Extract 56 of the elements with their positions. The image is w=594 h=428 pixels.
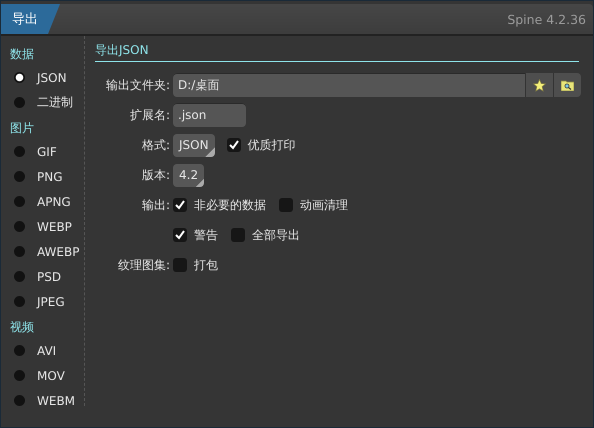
format-label: JPEG [37, 294, 65, 308]
checkbox[interactable] [173, 198, 187, 212]
format-label: PSD [37, 270, 62, 284]
folder-field[interactable]: D:/桌面 [173, 73, 525, 97]
checkbox[interactable] [279, 198, 293, 212]
section-heading: 图片 [10, 120, 35, 137]
section-heading: 数据 [10, 46, 35, 63]
field-label: 格式: [142, 138, 170, 152]
format-radio[interactable]: PSD [10, 264, 84, 289]
checkbox-label: 非必要的数据 [194, 196, 266, 214]
browse-button[interactable] [553, 73, 581, 97]
section-heading: 视频 [10, 319, 35, 336]
format-radio[interactable]: GIF [10, 139, 84, 164]
field-label: 版本: [142, 168, 170, 182]
format-radio[interactable]: JSON [10, 65, 84, 90]
checkbox-label: 警告 [194, 226, 218, 244]
field-label: 输出: [142, 198, 170, 212]
checkbox[interactable] [173, 258, 187, 272]
dropdown[interactable]: 4.2 [173, 164, 204, 186]
checkbox-label: 优质打印 [248, 136, 296, 154]
format-radio[interactable]: WEBP [10, 214, 84, 239]
version-label: Spine 4.2.36 [507, 12, 587, 26]
checkbox[interactable] [226, 138, 241, 152]
format-radio[interactable]: AVI [10, 338, 84, 363]
format-radio[interactable]: AWEBP [10, 239, 84, 264]
format-label: AWEBP [37, 244, 80, 258]
checkbox-label: 打包 [194, 256, 218, 274]
format-radio[interactable]: PNG [10, 164, 84, 189]
format-label: PNG [37, 170, 63, 184]
format-label: GIF [37, 144, 57, 158]
format-radio[interactable]: APNG [10, 189, 84, 214]
checkbox-label: 全部导出 [252, 226, 300, 244]
star-icon [533, 78, 546, 92]
dropdown[interactable]: JSON [173, 134, 215, 156]
format-radio[interactable]: WEBM [10, 388, 84, 413]
format-radio[interactable]: JPEG [10, 289, 84, 314]
format-label: WEBP [37, 220, 72, 234]
field-label: 输出文件夹: [106, 78, 170, 92]
checkbox[interactable] [173, 228, 187, 242]
format-label: WEBM [37, 394, 76, 408]
format-radio[interactable]: 二进制 [10, 90, 84, 115]
field-label: 扩展名: [130, 108, 170, 122]
favorite-button[interactable] [525, 73, 553, 97]
checkbox-label: 动画清理 [300, 196, 348, 214]
checkbox[interactable] [231, 228, 245, 242]
field-label: 纹理图集: [118, 258, 170, 272]
window-tab[interactable]: 导出 [1, 4, 60, 34]
folder-search-icon [561, 80, 574, 90]
panel-title: 导出JSON [95, 40, 579, 62]
format-label: MOV [37, 368, 65, 382]
format-label: 二进制 [37, 94, 73, 111]
extension-field[interactable]: .json [173, 103, 246, 127]
format-label: APNG [37, 194, 71, 208]
format-label: JSON [37, 70, 67, 84]
format-label: AVI [37, 344, 56, 358]
format-radio[interactable]: MOV [10, 363, 84, 388]
